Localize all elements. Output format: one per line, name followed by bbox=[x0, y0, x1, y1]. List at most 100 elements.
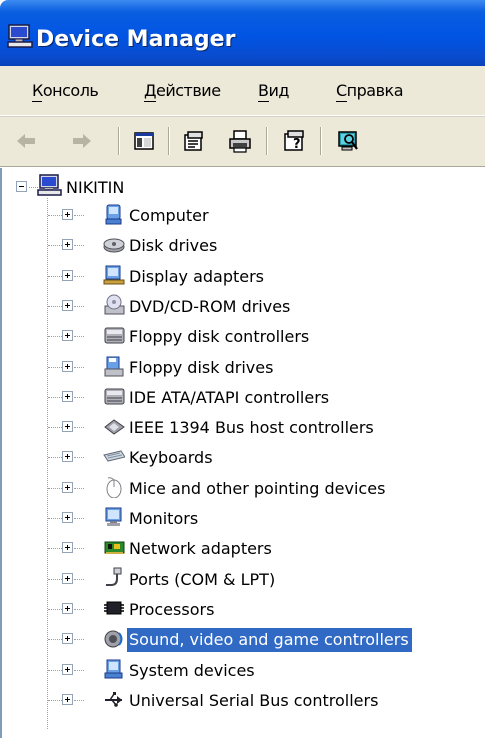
expand-button[interactable] bbox=[62, 421, 73, 433]
network-card-icon bbox=[103, 536, 125, 558]
device-category-label[interactable]: System devices bbox=[129, 661, 255, 680]
tree-connector bbox=[48, 305, 62, 307]
expand-button[interactable] bbox=[62, 360, 73, 372]
computer-icon bbox=[37, 173, 63, 197]
tree-connector bbox=[48, 396, 62, 398]
tree-connector bbox=[74, 669, 84, 671]
tree-connector bbox=[48, 215, 62, 216]
help-icon[interactable]: ? bbox=[282, 129, 306, 153]
menu-console-label: Консоль bbox=[32, 81, 99, 100]
expand-button[interactable] bbox=[62, 330, 73, 342]
tree-connector bbox=[74, 487, 84, 489]
device-category-label[interactable]: Universal Serial Bus controllers bbox=[129, 691, 378, 710]
device-category-label[interactable]: Display adapters bbox=[129, 267, 264, 286]
device-category-label[interactable]: Computer bbox=[129, 206, 209, 225]
back-arrow-icon[interactable] bbox=[14, 129, 38, 153]
tree-connector bbox=[48, 336, 62, 338]
device-category-label[interactable]: Disk drives bbox=[129, 236, 217, 255]
tree-connector bbox=[48, 669, 62, 671]
svg-text:?: ? bbox=[293, 137, 301, 152]
title-bar[interactable]: Device Manager bbox=[0, 0, 485, 66]
tree-connector bbox=[48, 608, 62, 610]
menu-help[interactable]: Справка bbox=[336, 81, 404, 100]
device-category-label[interactable]: Network adapters bbox=[129, 539, 272, 558]
device-category-label[interactable]: Keyboards bbox=[129, 448, 213, 467]
device-category-label[interactable]: Ports (COM & LPT) bbox=[129, 570, 275, 589]
expand-button[interactable] bbox=[62, 572, 73, 584]
toolbar-separator bbox=[320, 127, 322, 155]
root-node-label[interactable]: NIKITIN bbox=[66, 178, 124, 197]
tree-connector bbox=[48, 639, 62, 641]
show-hide-console-tree-icon[interactable] bbox=[132, 129, 156, 153]
cdrom-icon bbox=[103, 294, 125, 316]
tree-connector bbox=[74, 396, 84, 398]
toolbar-separator bbox=[266, 127, 268, 155]
tree-connector bbox=[74, 699, 84, 701]
menu-view-accel bbox=[258, 101, 269, 102]
window-title: Device Manager bbox=[36, 27, 236, 52]
expand-button[interactable] bbox=[62, 451, 73, 463]
tree-connector bbox=[48, 275, 62, 277]
expand-button[interactable] bbox=[62, 602, 73, 614]
device-category-label[interactable]: Mice and other pointing devices bbox=[129, 479, 385, 498]
menu-action-label: Действие bbox=[144, 81, 221, 100]
expand-button[interactable] bbox=[62, 633, 73, 645]
toolbar-separator bbox=[118, 127, 120, 155]
tree-connector bbox=[74, 518, 84, 519]
menu-bar: Консоль Действие Вид Справка bbox=[0, 66, 485, 116]
floppy-icon bbox=[103, 355, 125, 377]
keyboard-icon bbox=[103, 445, 125, 467]
tree-connector bbox=[48, 548, 62, 550]
device-category-label[interactable]: IEEE 1394 Bus host controllers bbox=[129, 418, 374, 437]
disk-drive-icon bbox=[103, 233, 125, 255]
scan-hardware-icon[interactable] bbox=[336, 129, 360, 153]
expand-button[interactable] bbox=[62, 512, 73, 523]
expand-button[interactable] bbox=[62, 693, 73, 705]
menu-action[interactable]: Действие bbox=[144, 81, 221, 100]
device-category-label[interactable]: IDE ATA/ATAPI controllers bbox=[129, 388, 329, 407]
properties-icon[interactable] bbox=[182, 129, 206, 153]
device-category-label[interactable]: DVD/CD-ROM drives bbox=[129, 297, 290, 316]
expand-button[interactable] bbox=[62, 299, 73, 311]
expand-button[interactable] bbox=[62, 542, 73, 554]
tree-connector bbox=[48, 457, 62, 459]
port-icon bbox=[103, 567, 125, 589]
device-category-label[interactable]: Sound, video and game controllers bbox=[127, 628, 412, 653]
device-category-label[interactable]: Processors bbox=[129, 600, 214, 619]
expand-button[interactable] bbox=[62, 269, 73, 281]
print-icon[interactable] bbox=[228, 129, 252, 153]
controller-icon bbox=[103, 385, 125, 407]
tree-connector bbox=[48, 245, 62, 247]
forward-arrow-icon[interactable] bbox=[70, 129, 94, 153]
menu-view[interactable]: Вид bbox=[258, 81, 289, 100]
system-device-icon bbox=[103, 658, 125, 680]
tree-connector bbox=[74, 366, 84, 368]
tree-connector bbox=[74, 305, 84, 307]
mouse-icon bbox=[103, 476, 125, 498]
expand-button[interactable] bbox=[62, 239, 73, 251]
tree-connector bbox=[74, 639, 84, 641]
menu-help-accel bbox=[336, 101, 347, 102]
tree-connector bbox=[74, 548, 84, 550]
computer-monitor-icon bbox=[6, 22, 34, 50]
expand-button[interactable] bbox=[62, 209, 73, 220]
device-category-label[interactable]: Floppy disk controllers bbox=[129, 327, 309, 346]
tree-connector bbox=[74, 578, 84, 580]
toolbar-separator bbox=[168, 127, 170, 155]
menu-console[interactable]: Консоль bbox=[32, 81, 99, 100]
expand-button[interactable] bbox=[62, 663, 73, 675]
tree-connector bbox=[48, 366, 62, 368]
tree-connector bbox=[74, 336, 84, 338]
usb-icon bbox=[103, 688, 125, 710]
root-collapse-button[interactable] bbox=[16, 181, 27, 192]
monitor-icon bbox=[103, 506, 125, 528]
device-category-label[interactable]: Floppy disk drives bbox=[129, 358, 273, 377]
computer-icon bbox=[103, 203, 125, 225]
expand-button[interactable] bbox=[62, 390, 73, 402]
expand-button[interactable] bbox=[62, 481, 73, 493]
tree-connector bbox=[48, 578, 62, 580]
device-tree[interactable]: NIKITIN Computer Disk drives Display adapt… bbox=[0, 168, 485, 738]
device-category-label[interactable]: Monitors bbox=[129, 509, 198, 528]
toolbar: ? bbox=[0, 116, 485, 167]
tree-trunk bbox=[47, 198, 48, 729]
